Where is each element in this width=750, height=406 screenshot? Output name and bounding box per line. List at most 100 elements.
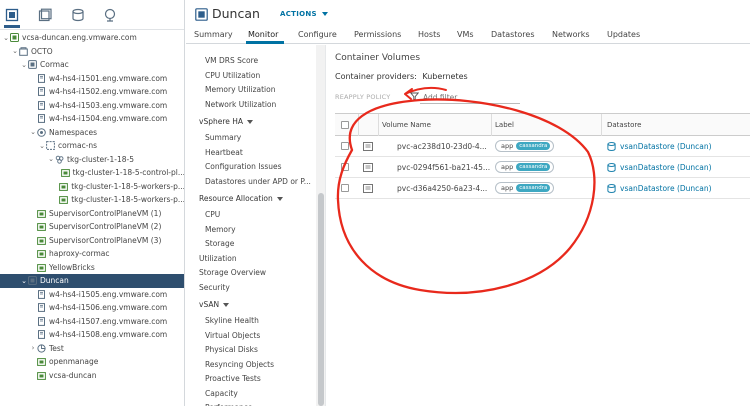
subnav-item[interactable]: Skyline Health <box>205 316 259 325</box>
hosts-clusters-icon[interactable] <box>5 8 19 22</box>
tree-item[interactable]: ⌄ cormac-ns <box>0 139 184 153</box>
volume-details-icon[interactable] <box>363 142 373 151</box>
column-header-datastore[interactable]: Datastore <box>607 121 641 129</box>
tab-summary[interactable]: Summary <box>194 30 233 39</box>
tree-item[interactable]: ⌄ Namespaces <box>0 126 184 140</box>
volume-details-icon[interactable] <box>363 184 373 193</box>
tab-hosts[interactable]: Hosts <box>418 30 440 39</box>
datastore-link[interactable]: vsanDatastore (Duncan) <box>620 184 712 193</box>
tree-item[interactable]: ⌄ Duncan <box>0 274 184 288</box>
subnav-item[interactable]: Virtual Objects <box>205 331 260 340</box>
tree-item[interactable]: › Test <box>0 342 184 356</box>
subnav-item[interactable]: Resyncing Objects <box>205 360 274 369</box>
subnav-item[interactable]: Configuration Issues <box>205 162 282 171</box>
add-filter-input[interactable]: Add filter <box>423 93 457 102</box>
actions-menu-button[interactable]: ACTIONS <box>280 10 328 18</box>
expand-toggle-icon[interactable]: › <box>29 344 37 352</box>
tree-item[interactable]: ⌄ Cormac <box>0 58 184 72</box>
row-checkbox[interactable] <box>341 184 349 192</box>
reapply-policy-button[interactable]: REAPPLY POLICY <box>335 93 390 101</box>
tree-item[interactable]: ⌄ tkg-cluster-1-18-5 <box>0 153 184 167</box>
tree-item[interactable]: tkg-cluster-1-18-5-workers-p... <box>0 180 184 194</box>
subnav-item[interactable]: Storage Overview <box>199 268 266 277</box>
tree-item[interactable]: YellowBricks <box>0 261 184 275</box>
tree-item[interactable]: w4-hs4-i1506.eng.vmware.com <box>0 301 184 315</box>
tab-vms[interactable]: VMs <box>457 30 474 39</box>
subnav-item[interactable]: Datastores under APD or P... <box>205 177 311 186</box>
tab-permissions[interactable]: Permissions <box>354 30 401 39</box>
subnav-label: Physical Disks <box>205 345 258 354</box>
select-all-checkbox[interactable] <box>341 121 349 129</box>
column-header-volume-name[interactable]: Volume Name <box>382 121 431 129</box>
subnav-section-header[interactable]: vSphere HA <box>199 117 254 126</box>
subnav-label: Proactive Tests <box>205 374 261 383</box>
tree-item[interactable]: w4-hs4-i1508.eng.vmware.com <box>0 328 184 342</box>
tree-item[interactable]: w4-hs4-i1504.eng.vmware.com <box>0 112 184 126</box>
tree-item[interactable]: ⌄ OCTO <box>0 45 184 59</box>
subnav-section-header[interactable]: Resource Allocation <box>199 194 283 203</box>
subnav-item[interactable]: Utilization <box>199 254 237 263</box>
collapse-toggle-icon[interactable]: ⌄ <box>47 155 55 163</box>
volume-details-icon[interactable] <box>363 163 373 172</box>
collapse-toggle-icon[interactable]: ⌄ <box>2 34 10 42</box>
tree-item[interactable]: openmanage <box>0 355 184 369</box>
cluster-icon <box>195 8 208 21</box>
tab-networks[interactable]: Networks <box>552 30 590 39</box>
subnav-item[interactable]: Summary <box>205 133 241 142</box>
vms-templates-icon[interactable] <box>38 8 52 22</box>
row-checkbox[interactable] <box>341 163 349 171</box>
tree-item[interactable]: haproxy-cormac <box>0 247 184 261</box>
subnav-item[interactable]: CPU <box>205 210 220 219</box>
networking-icon[interactable] <box>103 8 117 22</box>
subnav-item[interactable]: Proactive Tests <box>205 374 261 383</box>
collapse-toggle-icon[interactable]: ⌄ <box>29 128 37 136</box>
chevron-down-icon <box>321 12 328 16</box>
datastore-link[interactable]: vsanDatastore (Duncan) <box>620 163 712 172</box>
tree-item[interactable]: SupervisorControlPlaneVM (3) <box>0 234 184 248</box>
subnav-scrollbar[interactable] <box>316 45 325 406</box>
tree-item[interactable]: w4-hs4-i1502.eng.vmware.com <box>0 85 184 99</box>
subnav-section-header[interactable]: vSAN <box>199 300 230 309</box>
subnav-item[interactable]: Heartbeat <box>205 148 243 157</box>
tree-item[interactable]: tkg-cluster-1-18-5-workers-p... <box>0 193 184 207</box>
tree-item[interactable]: ⌄ vcsa-duncan.eng.vmware.com <box>0 31 184 45</box>
subnav-item[interactable]: VM DRS Score <box>205 56 258 65</box>
subnav-item[interactable]: Physical Disks <box>205 345 258 354</box>
collapse-toggle-icon[interactable]: ⌄ <box>11 47 19 55</box>
subnav-item[interactable]: Memory Utilization <box>205 85 275 94</box>
tree-item[interactable]: w4-hs4-i1503.eng.vmware.com <box>0 99 184 113</box>
collapse-toggle-icon[interactable]: ⌄ <box>38 142 46 150</box>
row-checkbox[interactable] <box>341 142 349 150</box>
subnav-item[interactable]: Storage <box>205 239 234 248</box>
column-header-label[interactable]: Label <box>495 121 514 129</box>
subnav-label: Memory <box>205 224 236 234</box>
subnav-item[interactable]: Capacity <box>205 389 238 398</box>
tab-datastores[interactable]: Datastores <box>491 30 535 39</box>
tab-updates[interactable]: Updates <box>607 30 640 39</box>
tree-item[interactable]: SupervisorControlPlaneVM (2) <box>0 220 184 234</box>
table-row[interactable]: pvc-ac238d10-23d0-4... app cassandra vsanDa… <box>335 136 750 157</box>
tree-item[interactable]: tkg-cluster-1-18-5-control-pl... <box>0 166 184 180</box>
subnav-item[interactable]: Network Utilization <box>205 100 276 109</box>
collapse-toggle-icon[interactable]: ⌄ <box>20 277 28 285</box>
tree-item[interactable]: SupervisorControlPlaneVM (1) <box>0 207 184 221</box>
tab-configure[interactable]: Configure <box>298 30 337 39</box>
tree-item[interactable]: w4-hs4-i1501.eng.vmware.com <box>0 72 184 86</box>
subnav-item[interactable]: CPU Utilization <box>205 71 260 80</box>
tree-item[interactable]: w4-hs4-i1505.eng.vmware.com <box>0 288 184 302</box>
tree-item[interactable]: w4-hs4-i1507.eng.vmware.com <box>0 315 184 329</box>
subnav-scrollbar-thumb[interactable] <box>318 193 324 406</box>
datastore-link[interactable]: vsanDatastore (Duncan) <box>620 142 712 151</box>
collapse-toggle-icon[interactable]: ⌄ <box>20 61 28 69</box>
label-tag: app cassandra <box>495 161 555 173</box>
table-row[interactable]: pvc-d36a4250-6a23-4... app cassandra vsanDa… <box>335 178 750 199</box>
tab-monitor[interactable]: Monitor <box>248 30 278 39</box>
subnav-label: Storage Overview <box>199 268 267 277</box>
chevron-down-icon <box>276 197 283 201</box>
storage-icon[interactable] <box>71 8 85 22</box>
tree-item[interactable]: vcsa-duncan <box>0 369 184 383</box>
subnav-item[interactable]: Security <box>199 283 230 292</box>
tkg-cluster-icon <box>55 155 64 164</box>
table-row[interactable]: pvc-0294f561-ba21-45... app cassandra vsanD… <box>335 157 750 178</box>
subnav-item[interactable]: Memory <box>205 225 236 234</box>
